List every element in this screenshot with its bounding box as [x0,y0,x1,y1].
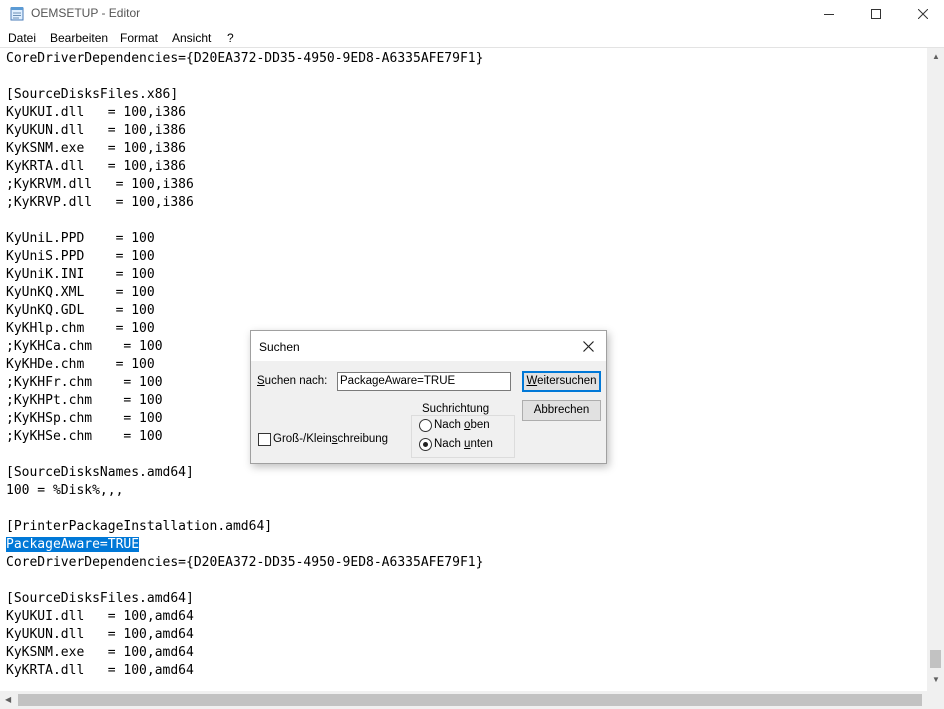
find-dialog-close-button[interactable] [576,335,600,357]
editor-line[interactable]: KyKHlp.chm = 100 [6,320,155,338]
minimize-button[interactable] [806,0,852,28]
editor-line[interactable]: ;KyKHFr.chm = 100 [6,374,163,392]
editor-line[interactable]: [SourceDisksNames.amd64] [6,464,194,482]
editor-line[interactable]: KyUnKQ.GDL = 100 [6,302,155,320]
editor-line[interactable]: ;KyKHPt.chm = 100 [6,392,163,410]
editor-line[interactable]: KyUniS.PPD = 100 [6,248,155,266]
search-input[interactable] [337,372,511,391]
maximize-icon [871,9,881,19]
editor-line[interactable]: [SourceDisksFiles.amd64] [6,590,194,608]
direction-down-label: Nach unten [434,438,493,450]
close-icon [582,340,594,352]
match-case-checkbox[interactable] [258,433,271,446]
editor-line[interactable]: [SourceDisksFiles.x86] [6,86,178,104]
editor-line[interactable]: KyKRTA.dll = 100,i386 [6,158,186,176]
editor-line[interactable]: KyUKUI.dll = 100,i386 [6,104,186,122]
menu-bar: Datei Bearbeiten Format Ansicht ? [0,28,944,48]
scrollbar-corner [927,691,944,709]
horizontal-scroll-thumb[interactable] [18,694,922,706]
menu-datei[interactable]: Datei [8,31,36,45]
menu-help[interactable]: ? [227,31,234,45]
maximize-button[interactable] [853,0,899,28]
editor-line[interactable]: KyUKUN.dll = 100,amd64 [6,626,194,644]
direction-up-label: Nach oben [434,419,490,431]
minimize-icon [824,14,834,15]
vertical-scroll-thumb[interactable] [930,650,941,668]
editor-line[interactable]: ;KyKRVP.dll = 100,i386 [6,194,194,212]
editor-line[interactable]: ;KyKHSe.chm = 100 [6,428,163,446]
editor-line[interactable]: [PrinterPackageInstallation.amd64] [6,518,272,536]
window-title: OEMSETUP - Editor [31,6,141,20]
editor-line[interactable]: KyUnKQ.XML = 100 [6,284,155,302]
search-label: Suchen nach: [257,375,328,387]
editor-line[interactable]: CoreDriverDependencies={D20EA372-DD35-49… [6,554,483,572]
scroll-down-icon[interactable]: ▼ [932,675,940,684]
close-icon [918,9,928,19]
title-bar: OEMSETUP - Editor [0,0,944,28]
editor-line[interactable]: KyUniK.INI = 100 [6,266,155,284]
vertical-scrollbar[interactable] [927,48,944,691]
editor-line[interactable]: KyKSNM.exe = 100,i386 [6,140,186,158]
editor-line[interactable]: KyKHDe.chm = 100 [6,356,155,374]
editor-line[interactable]: ;KyKHSp.chm = 100 [6,410,163,428]
direction-down-radio[interactable] [419,438,432,451]
find-dialog-title: Suchen [259,340,300,354]
notepad-icon [10,7,24,21]
editor-line[interactable]: KyUKUN.dll = 100,i386 [6,122,186,140]
close-button[interactable] [900,0,944,28]
editor-line[interactable]: KyUniL.PPD = 100 [6,230,155,248]
scroll-left-icon[interactable]: ◀ [5,695,11,704]
scroll-up-icon[interactable]: ▲ [932,52,940,61]
direction-up-radio[interactable] [419,419,432,432]
editor-line[interactable]: CoreDriverDependencies={D20EA372-DD35-49… [6,50,483,68]
match-case-label: Groß-/Kleinschreibung [273,433,389,445]
menu-format[interactable]: Format [120,31,158,45]
editor-line[interactable]: PackageAware=TRUE [6,536,140,554]
radio-selected-dot [423,442,428,447]
selected-text[interactable]: PackageAware=TRUE [6,537,140,552]
menu-bearbeiten[interactable]: Bearbeiten [50,31,108,45]
find-dialog-titlebar: Suchen [251,331,606,361]
direction-legend: Suchrichtung [420,403,492,415]
editor-line[interactable]: KyUKUI.dll = 100,amd64 [6,608,194,626]
editor-line[interactable]: ;KyKRVM.dll = 100,i386 [6,176,194,194]
cancel-button[interactable]: Abbrechen [522,400,601,421]
editor-line[interactable]: KyKRTA.dll = 100,amd64 [6,662,194,680]
find-next-button[interactable]: Weitersuchen [522,371,601,392]
menu-ansicht[interactable]: Ansicht [172,31,211,45]
editor-line[interactable]: ;KyKHCa.chm = 100 [6,338,163,356]
find-dialog: Suchen Suchen nach: Weitersuchen Abbrech… [250,330,607,464]
editor-line[interactable]: KyKSNM.exe = 100,amd64 [6,644,194,662]
editor-line[interactable]: 100 = %Disk%,,, [6,482,123,500]
